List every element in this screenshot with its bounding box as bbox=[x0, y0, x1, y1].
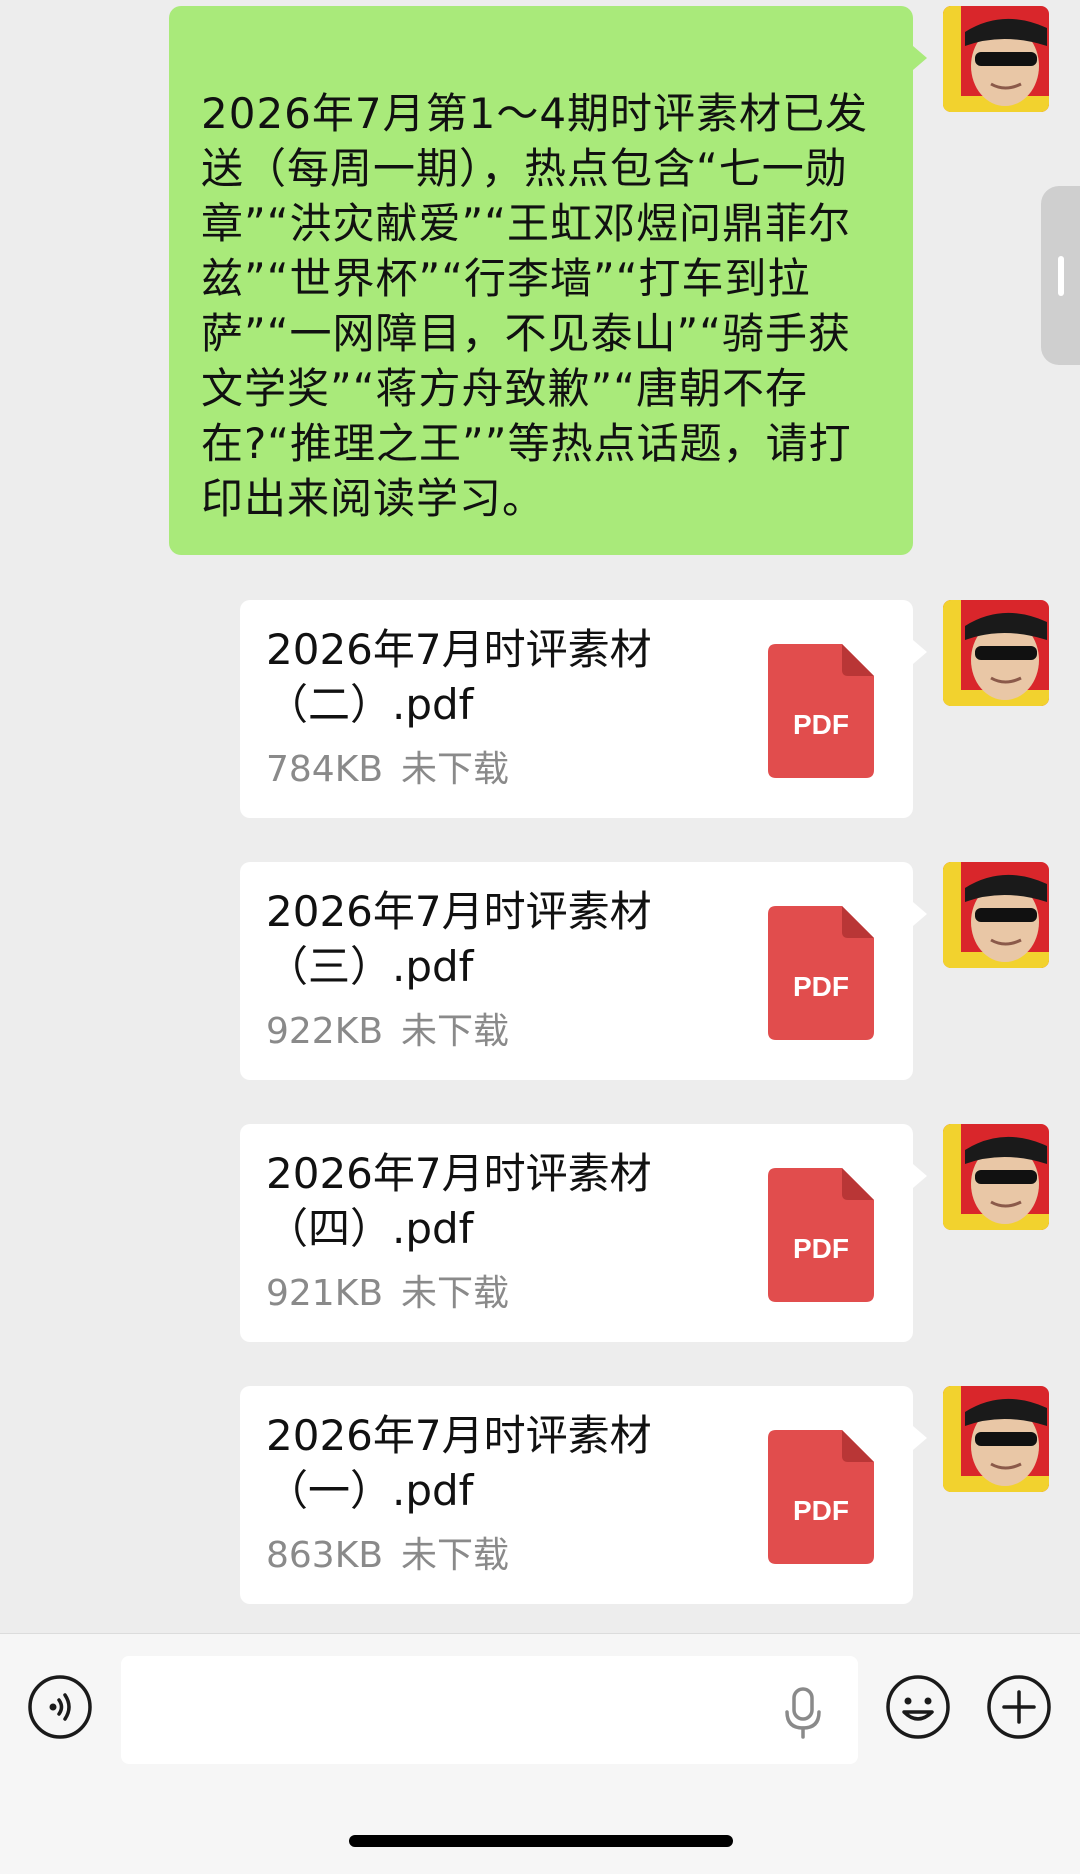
pdf-file-icon: PDF bbox=[768, 1168, 874, 1302]
file-name: 2026年7月时评素材 （一）.pdf bbox=[266, 1411, 652, 1515]
pdf-file-icon: PDF bbox=[768, 1430, 874, 1564]
pdf-icon-label: PDF bbox=[793, 1495, 849, 1526]
user-avatar[interactable] bbox=[943, 600, 1049, 706]
avatar-image bbox=[943, 1386, 1049, 1492]
avatar-image bbox=[943, 862, 1049, 968]
chat-input-bar bbox=[0, 1633, 1080, 1874]
file-message-card[interactable]: 2026年7月时评素材 （二）.pdf 784KB 未下载 PDF bbox=[240, 600, 927, 818]
avatar-image bbox=[943, 600, 1049, 706]
handle-grip bbox=[1058, 256, 1064, 296]
message-input[interactable] bbox=[121, 1656, 858, 1764]
voice-icon[interactable] bbox=[27, 1674, 93, 1740]
user-avatar[interactable] bbox=[943, 1124, 1049, 1230]
file-message-card[interactable]: 2026年7月时评素材 （一）.pdf 863KB 未下载 PDF bbox=[240, 1386, 927, 1604]
file-message-card[interactable]: 2026年7月时评素材 （四）.pdf 921KB 未下载 PDF bbox=[240, 1124, 927, 1342]
download-status: 未下载 bbox=[401, 1535, 510, 1576]
file-meta: 784KB 未下载 bbox=[266, 748, 527, 792]
chat-area: 2026年7月第1～4期时评素材已发送（每周一期），热点包含“七一勋章”“洪灾献… bbox=[0, 0, 1080, 1633]
download-status: 未下载 bbox=[401, 1273, 510, 1314]
file-name: 2026年7月时评素材 （四）.pdf bbox=[266, 1149, 652, 1253]
user-avatar[interactable] bbox=[943, 862, 1049, 968]
plus-icon[interactable] bbox=[986, 1674, 1052, 1740]
avatar-image bbox=[943, 1124, 1049, 1230]
pdf-file-icon: PDF bbox=[768, 644, 874, 778]
file-meta: 921KB 未下载 bbox=[266, 1272, 527, 1316]
file-size: 922KB bbox=[266, 1011, 384, 1052]
pdf-file-icon: PDF bbox=[768, 906, 874, 1040]
emoji-icon[interactable] bbox=[885, 1674, 951, 1740]
avatar-image bbox=[943, 6, 1049, 112]
floating-side-handle[interactable] bbox=[1041, 186, 1080, 365]
user-avatar[interactable] bbox=[943, 1386, 1049, 1492]
file-message-card[interactable]: 2026年7月时评素材 （三）.pdf 922KB 未下载 PDF bbox=[240, 862, 927, 1080]
download-status: 未下载 bbox=[401, 749, 510, 790]
file-size: 863KB bbox=[266, 1535, 384, 1576]
pdf-icon-label: PDF bbox=[793, 709, 849, 740]
user-avatar[interactable] bbox=[943, 6, 1049, 112]
file-meta: 922KB 未下载 bbox=[266, 1010, 527, 1054]
download-status: 未下载 bbox=[401, 1011, 510, 1052]
file-meta: 863KB 未下载 bbox=[266, 1534, 527, 1578]
home-indicator[interactable] bbox=[349, 1835, 733, 1847]
file-size: 784KB bbox=[266, 749, 384, 790]
pdf-icon-label: PDF bbox=[793, 971, 849, 1002]
pdf-icon-label: PDF bbox=[793, 1233, 849, 1264]
file-size: 921KB bbox=[266, 1273, 384, 1314]
microphone-icon[interactable] bbox=[779, 1686, 827, 1740]
message-bubble-text[interactable]: 2026年7月第1～4期时评素材已发送（每周一期），热点包含“七一勋章”“洪灾献… bbox=[169, 6, 927, 555]
file-name: 2026年7月时评素材 （二）.pdf bbox=[266, 625, 652, 729]
file-name: 2026年7月时评素材 （三）.pdf bbox=[266, 887, 652, 991]
